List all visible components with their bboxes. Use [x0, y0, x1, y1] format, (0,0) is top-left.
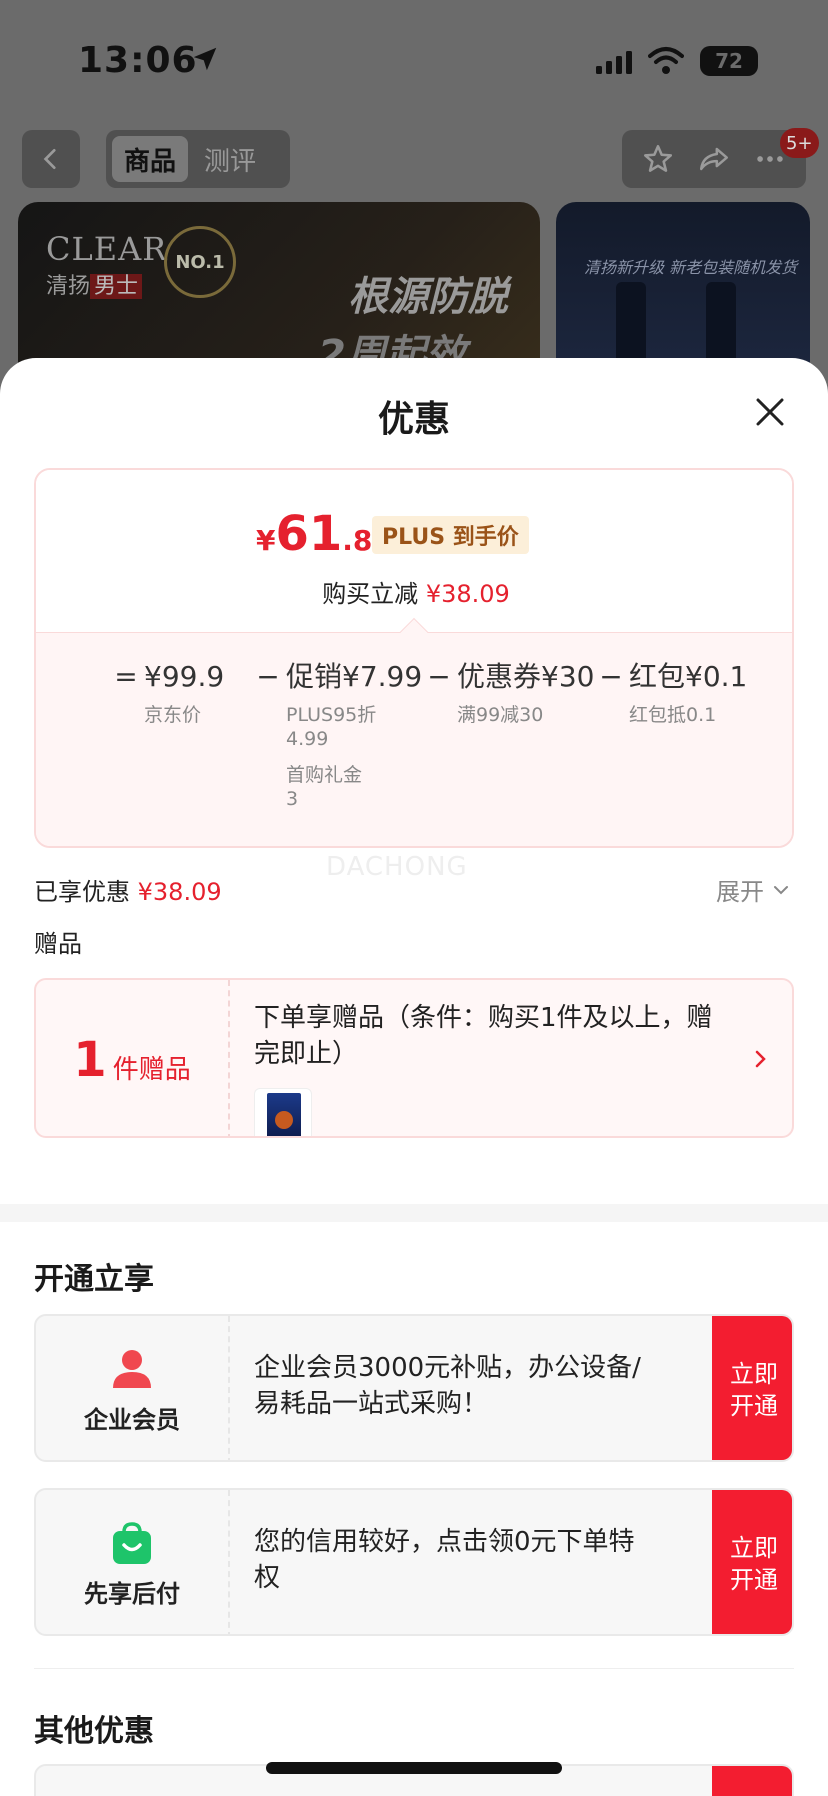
minus-sign: −: [427, 660, 451, 693]
background-page: 13:06 72 商品 测评 5+ CLEAR 清扬男士 NO.1 根源防脱: [0, 0, 828, 400]
minus-sign: −: [256, 660, 280, 693]
nav-actions: [622, 130, 806, 188]
gift-card[interactable]: 1 件赠品 下单享赠品（条件：购买1件及以上，赠完即止）: [34, 978, 794, 1138]
enjoyed-discount: 已享优惠 ¥38.09: [34, 878, 222, 906]
no1-badge: NO.1: [164, 226, 236, 298]
breakdown-item-promotion: 促销¥7.99 PLUS95折 4.99 首购礼金 3: [286, 660, 423, 810]
price-formula-row: = ¥99.9 京东价 − 促销¥7.99 PLUS95折 4.99 首购礼金 …: [108, 657, 749, 811]
expand-label: 展开: [716, 878, 764, 906]
expand-button[interactable]: 展开: [716, 872, 790, 907]
home-indicator[interactable]: [266, 1762, 562, 1774]
banner-side-text: 清扬新升级 新老包装随机发货: [584, 258, 798, 277]
back-button[interactable]: [22, 130, 80, 188]
section-divider: [0, 1204, 828, 1222]
other-section-title: 其他优惠: [34, 1714, 154, 1749]
status-time: 13:06: [78, 40, 198, 81]
pay-later-label: 先享后付: [84, 1579, 180, 1608]
cellular-signal-icon: [596, 51, 632, 74]
wifi-icon: [648, 47, 684, 74]
battery-icon: 72: [700, 46, 758, 76]
watermark: DACHONG: [326, 852, 468, 882]
minus-sign: −: [599, 660, 623, 693]
star-icon[interactable]: [641, 142, 675, 176]
breakdown-item-coupon: 优惠券¥30 满99减30: [457, 660, 595, 726]
thin-divider: [34, 1668, 794, 1669]
open-section-title: 开通立享: [34, 1262, 154, 1297]
plus-price-badge: PLUS 到手价: [372, 516, 529, 554]
enterprise-member-card[interactable]: 企业会员 企业会员3000元补贴，办公设备/易耗品一站式采购！ 立即开通: [34, 1314, 794, 1462]
enterprise-member-label: 企业会员: [84, 1405, 180, 1434]
chevron-left-icon: [43, 148, 56, 170]
gift-section-label: 赠品: [34, 930, 82, 958]
nav-tabs: 商品 测评: [106, 130, 290, 188]
promotion-sheet: 优惠 ¥61.81 PLUS 到手价 购买立减 ¥38.09 = ¥99.9 京…: [0, 358, 828, 1796]
share-icon[interactable]: [697, 142, 731, 176]
person-icon: [113, 1349, 151, 1388]
instant-discount: 购买立减 ¥38.09: [322, 580, 510, 608]
gift-count: 1 件赠品: [36, 980, 230, 1136]
other-promo-button[interactable]: [712, 1766, 792, 1796]
product-bottle-image: [616, 282, 646, 362]
sheet-title: 优惠: [377, 399, 450, 440]
price-formula: = ¥99.9 京东价 − 促销¥7.99 PLUS95折 4.99 首购礼金 …: [36, 632, 792, 846]
tab-product[interactable]: 商品: [112, 136, 189, 182]
breakdown-item-jd-price: ¥99.9 京东价: [144, 660, 225, 726]
battery-level: 72: [715, 49, 743, 73]
tab-review[interactable]: 测评: [192, 136, 268, 182]
pay-later-open-button[interactable]: 立即开通: [712, 1490, 792, 1634]
status-bar: 13:06 72: [0, 0, 828, 110]
brand-logo: CLEAR: [46, 230, 168, 268]
location-arrow-icon: [193, 47, 217, 71]
shopping-bag-icon: [113, 1521, 151, 1564]
brand-sub: 清扬 男士: [46, 268, 143, 300]
enterprise-member-desc: 企业会员3000元补贴，办公设备/易耗品一站式采购！: [254, 1353, 641, 1419]
price-breakdown-card: ¥61.81 PLUS 到手价 购买立减 ¥38.09 = ¥99.9 京东价 …: [34, 468, 794, 848]
enterprise-open-button[interactable]: 立即开通: [712, 1316, 792, 1460]
breakdown-item-red-packet: 红包¥0.1 红包抵0.1: [629, 660, 748, 726]
close-icon[interactable]: [750, 392, 790, 432]
gift-description: 下单享赠品（条件：购买1件及以上，赠完即止）: [254, 1003, 713, 1069]
equals-sign: =: [114, 660, 138, 693]
pay-later-card[interactable]: 先享后付 您的信用较好，点击领0元下单特权 立即开通: [34, 1488, 794, 1636]
chevron-right-icon: [755, 1050, 766, 1068]
pay-later-desc: 您的信用较好，点击领0元下单特权: [254, 1527, 635, 1593]
gift-thumbnail: [254, 1088, 312, 1136]
banner-slogan: 根源防脱: [348, 274, 508, 320]
product-bottle-image: [706, 282, 736, 362]
chevron-down-icon: [774, 885, 788, 894]
notification-badge: 5+: [780, 128, 819, 158]
final-price-section: ¥61.81 PLUS 到手价 购买立减 ¥38.09: [36, 470, 792, 632]
